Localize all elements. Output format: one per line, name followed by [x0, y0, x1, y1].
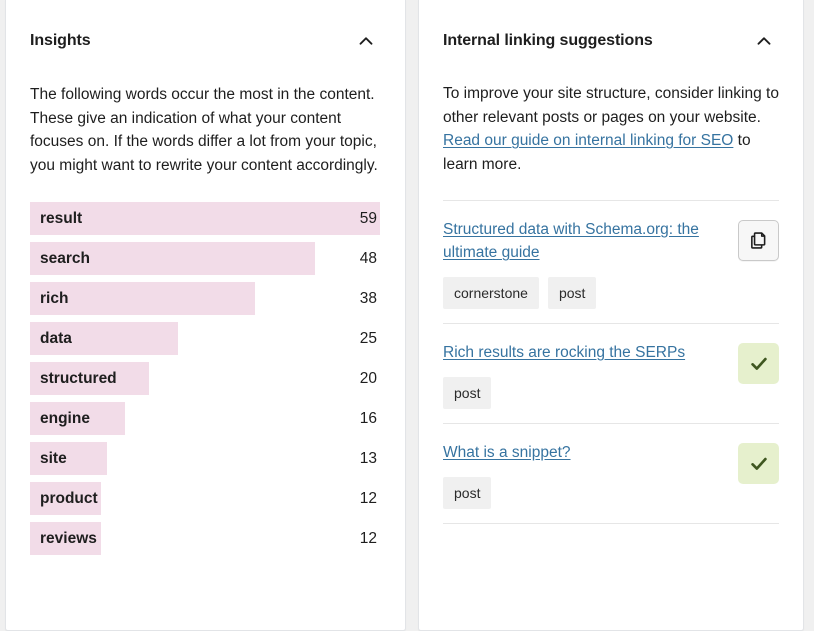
- suggestion-tags: post: [443, 476, 728, 509]
- internal-linking-card: Internal linking suggestions To improve …: [418, 0, 804, 631]
- internal-linking-title: Internal linking suggestions: [443, 31, 653, 49]
- word-label: engine: [40, 410, 90, 428]
- chevron-up-icon: [753, 30, 775, 52]
- copy-link-button[interactable]: [738, 220, 779, 262]
- link-suggestion-item: Structured data with Schema.org: the ult…: [443, 201, 779, 323]
- word-label: search: [40, 250, 90, 268]
- word-label: reviews: [40, 530, 97, 548]
- insights-card-header: Insights: [6, 0, 405, 56]
- suggestion-tags: cornerstone post: [443, 277, 728, 310]
- prominent-word-row: rich 38: [30, 279, 381, 319]
- word-label: result: [40, 210, 83, 228]
- word-count: 12: [359, 490, 377, 508]
- insights-title: Insights: [30, 31, 91, 49]
- word-label: data: [40, 330, 72, 348]
- word-count: 16: [359, 410, 377, 428]
- internal-linking-body: To improve your site structure, consider…: [419, 82, 803, 176]
- suggestion-title-link[interactable]: What is a snippet?: [443, 444, 571, 461]
- prominent-word-row: search 48: [30, 239, 381, 279]
- prominent-word-row: product 12: [30, 479, 381, 519]
- prominent-word-row: structured 20: [30, 359, 381, 399]
- word-frequency-bar: [30, 202, 380, 236]
- suggestion-tag: cornerstone: [443, 277, 539, 310]
- prominent-word-row: data 25: [30, 319, 381, 359]
- link-suggestion-item: What is a snippet? post: [443, 424, 779, 523]
- word-label: structured: [40, 370, 117, 388]
- word-count: 20: [359, 370, 377, 388]
- word-count: 12: [359, 530, 377, 548]
- suggestion-content: What is a snippet? post: [443, 442, 728, 509]
- suggestion-title-link[interactable]: Structured data with Schema.org: the ult…: [443, 221, 699, 261]
- suggestion-tag: post: [547, 277, 597, 310]
- insights-description: The following words occur the most in th…: [30, 86, 378, 174]
- linked-indicator-button[interactable]: [738, 343, 779, 385]
- internal-linking-guide-link[interactable]: Read our guide on internal linking for S…: [443, 132, 733, 149]
- word-count: 48: [359, 250, 377, 268]
- word-count: 13: [359, 450, 377, 468]
- prominent-word-row: reviews 12: [30, 519, 381, 559]
- link-suggestion-item: Rich results are rocking the SERPs post: [443, 324, 779, 423]
- word-label: rich: [40, 290, 69, 308]
- internal-linking-card-header: Internal linking suggestions: [419, 0, 803, 56]
- internal-linking-description: To improve your site structure, consider…: [443, 82, 779, 176]
- internal-linking-collapse-button[interactable]: [749, 26, 779, 56]
- suggestion-tag: post: [443, 377, 492, 409]
- yoast-sidebar-panels: Insights The following words occur the m…: [0, 0, 814, 631]
- intro-text-before: To improve your site structure, consider…: [443, 85, 779, 126]
- prominent-words-list: result 59 search 48 rich 38 data 25 structured 20…: [6, 199, 405, 559]
- check-icon: [748, 453, 770, 475]
- insights-card: Insights The following words occur the m…: [5, 0, 406, 631]
- insights-collapse-button[interactable]: [351, 26, 381, 56]
- copy-icon: [748, 230, 769, 251]
- suggestion-content: Rich results are rocking the SERPs post: [443, 342, 728, 409]
- suggestion-tags: post: [443, 377, 728, 409]
- suggestion-divider: [443, 522, 779, 524]
- prominent-word-row: site 13: [30, 439, 381, 479]
- word-label: product: [40, 490, 98, 508]
- link-suggestions-list: Structured data with Schema.org: the ult…: [419, 200, 803, 524]
- check-icon: [748, 353, 770, 375]
- suggestion-title-link[interactable]: Rich results are rocking the SERPs: [443, 344, 685, 361]
- word-count: 59: [359, 210, 377, 228]
- suggestion-content: Structured data with Schema.org: the ult…: [443, 219, 728, 310]
- linked-indicator-button[interactable]: [738, 443, 779, 484]
- word-label: site: [40, 450, 67, 468]
- word-count: 38: [359, 290, 377, 308]
- prominent-word-row: engine 16: [30, 399, 381, 439]
- suggestion-tag: post: [443, 476, 492, 509]
- prominent-word-row: result 59: [30, 199, 381, 239]
- word-count: 25: [359, 330, 377, 348]
- chevron-up-icon: [355, 30, 377, 52]
- insights-body: The following words occur the most in th…: [6, 83, 405, 177]
